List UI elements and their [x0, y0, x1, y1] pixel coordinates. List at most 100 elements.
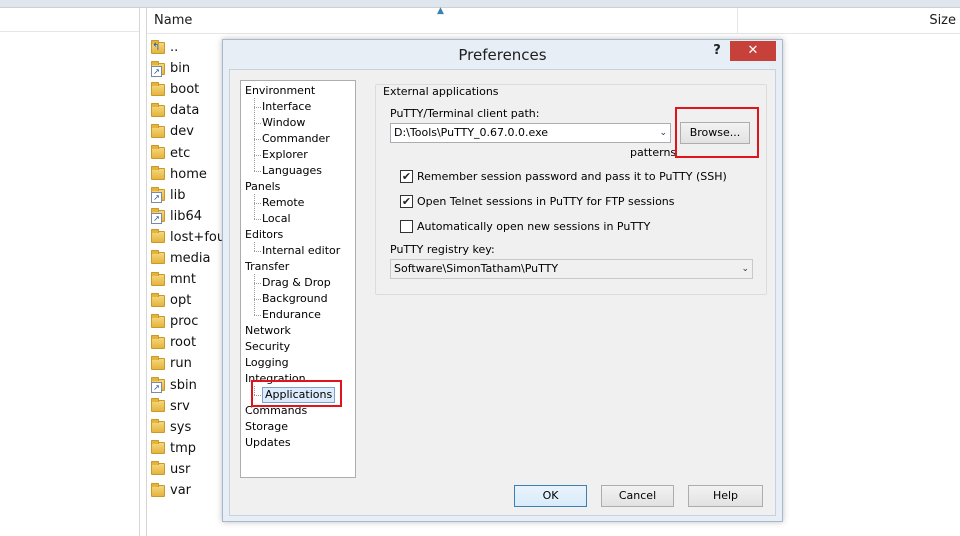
file-name: lib64: [170, 208, 203, 224]
folder-icon: [151, 482, 165, 497]
tree-item-network[interactable]: Network: [245, 324, 291, 338]
tree-item-explorer[interactable]: Explorer: [262, 148, 308, 162]
tree-connector: [254, 203, 261, 204]
tree-item-updates[interactable]: Updates: [245, 436, 291, 450]
folder-icon: [151, 398, 165, 413]
preferences-tree[interactable]: Environment Interface Window Commander Explo…: [240, 80, 356, 478]
file-name: run: [170, 356, 192, 372]
registry-key-combo[interactable]: Software\SimonTatham\PuTTY ⌄: [390, 259, 753, 279]
tree-connector: [254, 242, 255, 251]
folder-link-icon: [151, 187, 165, 204]
tree-item-editors[interactable]: Editors: [245, 228, 283, 242]
folder-icon: [151, 461, 165, 476]
tree-connector: [254, 283, 261, 284]
checkbox-remember-password[interactable]: ✔: [400, 170, 413, 183]
folder-icon: [151, 440, 165, 455]
ok-button[interactable]: OK: [514, 485, 587, 507]
folder-icon: [151, 250, 165, 265]
dialog-titlebar[interactable]: Preferences ? ✕: [223, 40, 782, 70]
close-icon[interactable]: ✕: [730, 41, 776, 61]
tree-connector: [254, 98, 255, 171]
tree-item-panels[interactable]: Panels: [245, 180, 280, 194]
file-name: bin: [170, 61, 191, 77]
putty-path-value: D:\Tools\PuTTY_0.67.0.0.exe: [394, 126, 549, 139]
folder-icon: [151, 271, 165, 286]
tree-connector: [254, 139, 261, 140]
column-separator[interactable]: [737, 8, 738, 34]
help-button[interactable]: Help: [688, 485, 763, 507]
tree-connector: [254, 107, 261, 108]
cancel-button[interactable]: Cancel: [601, 485, 674, 507]
column-header-size[interactable]: Size: [929, 13, 956, 28]
tree-item-background[interactable]: Background: [262, 292, 328, 306]
checkbox-auto-open[interactable]: [400, 220, 413, 233]
tree-connector: [254, 274, 255, 315]
file-name: data: [170, 103, 200, 119]
local-pane[interactable]: [0, 8, 140, 536]
tree-item-local[interactable]: Local: [262, 212, 291, 226]
preferences-dialog: Preferences ? ✕ Environment Interface Wind…: [222, 39, 783, 522]
help-icon[interactable]: ?: [706, 41, 728, 61]
tree-item-commander[interactable]: Commander: [262, 132, 330, 146]
folder-icon: [151, 81, 165, 96]
tree-item-security[interactable]: Security: [245, 340, 290, 354]
patterns-link[interactable]: patterns: [630, 146, 676, 159]
tree-item-window[interactable]: Window: [262, 116, 305, 130]
putty-path-combo[interactable]: D:\Tools\PuTTY_0.67.0.0.exe ⌄: [390, 123, 671, 143]
folder-icon: [151, 419, 165, 434]
tree-connector: [254, 155, 261, 156]
tree-item-languages[interactable]: Languages: [262, 164, 322, 178]
tree-item-drag-drop[interactable]: Drag & Drop: [262, 276, 331, 290]
tree-item-remote[interactable]: Remote: [262, 196, 304, 210]
file-name: lib: [170, 187, 186, 203]
registry-key-value: Software\SimonTatham\PuTTY: [394, 262, 559, 275]
file-name: srv: [170, 398, 190, 414]
chevron-down-icon[interactable]: ⌄: [659, 124, 667, 142]
file-name: etc: [170, 145, 191, 161]
file-name: dev: [170, 124, 194, 140]
tree-item-logging[interactable]: Logging: [245, 356, 289, 370]
tree-connector: [254, 299, 261, 300]
file-name: usr: [170, 461, 191, 477]
folder-icon: [151, 166, 165, 181]
checkbox-auto-open-label: Automatically open new sessions in PuTTY: [417, 220, 651, 233]
folder-icon: [151, 334, 165, 349]
folder-link-icon: [151, 60, 165, 77]
tree-item-storage[interactable]: Storage: [245, 420, 288, 434]
checkbox-remember-password-label: Remember session password and pass it to…: [417, 170, 727, 183]
folder-icon: [151, 229, 165, 244]
external-applications-title: External applications: [382, 85, 500, 98]
tree-connector: [254, 123, 261, 124]
sort-ascending-icon: ▲: [437, 6, 444, 16]
tree-item-endurance[interactable]: Endurance: [262, 308, 321, 322]
tree-item-interface[interactable]: Interface: [262, 100, 311, 114]
tree-connector: [254, 194, 255, 219]
file-name: boot: [170, 82, 200, 98]
tree-item-transfer[interactable]: Transfer: [245, 260, 289, 274]
folder-link-icon: [151, 208, 165, 225]
folder-icon: [151, 313, 165, 328]
tree-connector: [254, 171, 261, 172]
file-name: home: [170, 166, 207, 182]
file-name: media: [170, 250, 211, 266]
tree-connector: [254, 251, 261, 252]
folder-icon: [151, 355, 165, 370]
highlight-box-browse: [675, 107, 759, 158]
folder-icon: [151, 145, 165, 160]
top-strip: [0, 0, 960, 8]
putty-path-label: PuTTY/Terminal client path:: [390, 107, 540, 120]
tree-connector: [254, 315, 261, 316]
tree-item-environment[interactable]: Environment: [245, 84, 315, 98]
folder-icon: [151, 123, 165, 138]
file-name: proc: [170, 314, 199, 330]
tree-connector: [254, 219, 261, 220]
folder-icon: [151, 292, 165, 307]
chevron-down-icon[interactable]: ⌄: [741, 260, 749, 278]
highlight-box-applications: [251, 380, 342, 407]
folder-link-icon: [151, 377, 165, 394]
column-header-name[interactable]: Name: [154, 13, 192, 28]
file-name: root: [170, 335, 197, 351]
file-name: sbin: [170, 377, 197, 393]
tree-item-internal-editor[interactable]: Internal editor: [262, 244, 340, 258]
checkbox-open-telnet[interactable]: ✔: [400, 195, 413, 208]
